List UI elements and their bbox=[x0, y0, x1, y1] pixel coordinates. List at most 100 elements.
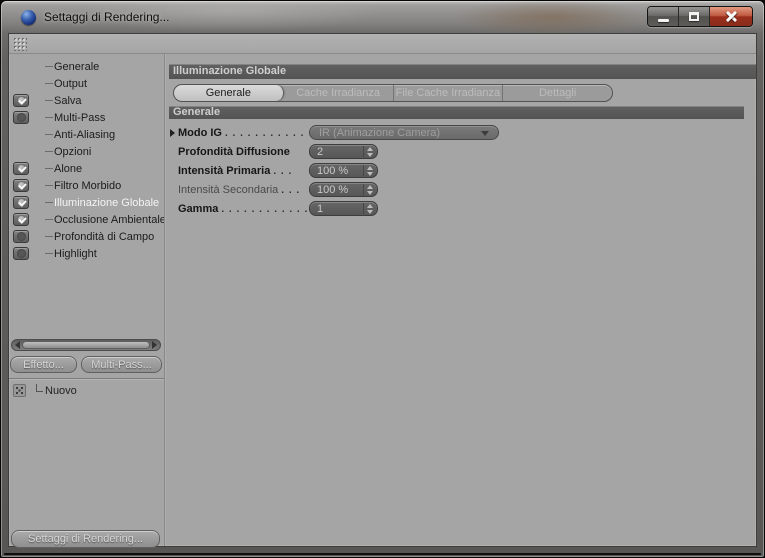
spinner-value: 100 % bbox=[317, 164, 349, 177]
close-icon bbox=[725, 10, 738, 23]
effect-button[interactable]: Effetto... bbox=[10, 356, 77, 373]
tab-generale[interactable]: Generale bbox=[174, 85, 284, 101]
multipass-button[interactable]: Multi-Pass... bbox=[81, 356, 162, 373]
checkbox[interactable] bbox=[13, 230, 29, 243]
up-down-arrows-icon[interactable] bbox=[363, 203, 376, 214]
sidebar-item-profondita-di-campo[interactable]: Profondità di Campo bbox=[9, 228, 164, 245]
sidebar-horizontal-scrollbar[interactable] bbox=[11, 339, 161, 351]
field-left: Gamma . . . . . . . . . . . . bbox=[178, 201, 308, 217]
up-down-arrows-icon[interactable] bbox=[363, 165, 376, 176]
profondita-diffusione-spinner[interactable]: 2 bbox=[309, 144, 378, 159]
tab-cache-irradianza[interactable]: Cache Irradianza bbox=[284, 85, 394, 101]
top-toolbar bbox=[9, 34, 756, 54]
spinner-value: 2 bbox=[317, 145, 324, 158]
tree-tick bbox=[45, 219, 53, 220]
tree-tick bbox=[45, 151, 53, 152]
tab-bar: Generale Cache Irradianza File Cache Irr… bbox=[173, 84, 613, 102]
maximize-button[interactable] bbox=[679, 7, 710, 26]
scrollbar-thumb[interactable] bbox=[22, 341, 150, 349]
dialog-content: Generale Output Salva Multi-Pass Anti-Al… bbox=[8, 33, 757, 548]
tree-tick bbox=[45, 134, 53, 135]
field-left: Modo IG . . . . . . . . . . . bbox=[178, 125, 308, 141]
sidebar-item-occlusione-ambientale[interactable]: Occlusione Ambientale bbox=[9, 211, 166, 228]
chevron-down-icon bbox=[481, 131, 489, 136]
triangle-right-icon[interactable] bbox=[170, 129, 175, 137]
checkbox-dot bbox=[16, 113, 26, 122]
checkbox[interactable] bbox=[13, 179, 29, 192]
sidebar-item-highlight[interactable]: Highlight bbox=[9, 245, 164, 262]
sidebar-item-label: Highlight bbox=[54, 247, 97, 260]
tree-tick bbox=[45, 236, 53, 237]
tree-tick bbox=[45, 202, 53, 203]
tree-tick bbox=[45, 66, 53, 67]
render-settings-window: Settaggi di Rendering... Generale Output… bbox=[0, 0, 765, 558]
checkbox[interactable] bbox=[13, 162, 29, 175]
dropdown-value: IR (Animazione Camera) bbox=[319, 126, 441, 139]
checkbox-dot bbox=[16, 181, 26, 190]
sidebar-item-filtro-morbido[interactable]: Filtro Morbido bbox=[9, 177, 164, 194]
field-label: Intensità Primaria bbox=[178, 165, 271, 177]
render-settings-button[interactable]: Settaggi di Rendering... bbox=[11, 530, 160, 548]
settings-sidebar: Generale Output Salva Multi-Pass Anti-Al… bbox=[9, 54, 166, 548]
checkbox-dot bbox=[16, 232, 26, 241]
arrow-left-icon[interactable] bbox=[15, 341, 20, 349]
tree-tick bbox=[45, 185, 53, 186]
sidebar-item-alone[interactable]: Alone bbox=[9, 160, 164, 177]
sidebar-item-label: Multi-Pass bbox=[54, 111, 106, 124]
checkbox[interactable] bbox=[13, 213, 29, 226]
preset-item-nuovo[interactable]: Nuovo bbox=[13, 382, 161, 399]
sidebar-item-label: Filtro Morbido bbox=[54, 179, 122, 192]
panel-title: Illuminazione Globale bbox=[169, 64, 756, 79]
sidebar-item-opzioni[interactable]: Opzioni bbox=[9, 143, 164, 160]
window-controls bbox=[647, 6, 753, 27]
checkbox[interactable] bbox=[13, 94, 29, 107]
field-row-intensita-secondaria: Intensità Secondaria . . . 100 % bbox=[166, 182, 756, 198]
sidebar-item-output[interactable]: Output bbox=[9, 75, 164, 92]
target-icon[interactable] bbox=[13, 384, 26, 397]
arrow-right-icon[interactable] bbox=[152, 341, 157, 349]
tree-tick bbox=[45, 117, 53, 118]
grip-dots-icon[interactable] bbox=[13, 37, 27, 51]
settings-category-list: Generale Output Salva Multi-Pass Anti-Al… bbox=[9, 54, 166, 262]
tree-branch bbox=[36, 383, 43, 392]
checkbox-dot bbox=[16, 96, 26, 105]
checkbox-dot bbox=[16, 215, 26, 224]
modo-ig-dropdown[interactable]: IR (Animazione Camera) bbox=[309, 125, 499, 140]
sidebar-item-label: Anti-Aliasing bbox=[54, 128, 116, 141]
maximize-icon bbox=[689, 12, 699, 21]
tab-dettagli[interactable]: Dettagli bbox=[503, 85, 612, 101]
sidebar-item-anti-aliasing[interactable]: Anti-Aliasing bbox=[9, 126, 164, 143]
close-button[interactable] bbox=[710, 7, 752, 26]
preset-label: Nuovo bbox=[45, 384, 77, 397]
field-label: Gamma bbox=[178, 203, 219, 215]
spinner-value: 1 bbox=[317, 202, 324, 215]
sidebar-item-generale[interactable]: Generale bbox=[9, 58, 164, 75]
up-down-arrows-icon[interactable] bbox=[363, 184, 376, 195]
up-down-arrows-icon[interactable] bbox=[363, 146, 376, 157]
field-left: Intensità Secondaria . . . bbox=[178, 182, 308, 198]
checkbox[interactable] bbox=[13, 196, 29, 209]
intensita-primaria-spinner[interactable]: 100 % bbox=[309, 163, 378, 178]
tree-tick bbox=[45, 168, 53, 169]
sidebar-item-multi-pass[interactable]: Multi-Pass bbox=[9, 109, 164, 126]
minimize-button[interactable] bbox=[648, 7, 679, 26]
sidebar-item-illuminazione-globale[interactable]: Illuminazione Globale bbox=[9, 194, 164, 211]
spinner-value: 100 % bbox=[317, 183, 349, 196]
sidebar-item-label: Alone bbox=[54, 162, 83, 175]
dotted-leader: . . . bbox=[281, 184, 301, 196]
tab-label: Cache Irradianza bbox=[296, 87, 381, 99]
checkbox[interactable] bbox=[13, 111, 29, 124]
tab-file-cache-irradianza[interactable]: File Cache Irradianza bbox=[394, 85, 504, 101]
checkbox-dot bbox=[16, 249, 26, 258]
field-left: Profondità Diffusione bbox=[178, 144, 308, 160]
sidebar-item-label: Illuminazione Globale bbox=[54, 196, 160, 209]
dotted-leader: . . . . . . . . . . . bbox=[225, 127, 305, 139]
checkbox-dot bbox=[16, 164, 26, 173]
field-row-gamma: Gamma . . . . . . . . . . . . 1 bbox=[166, 201, 756, 217]
window-titlebar[interactable]: Settaggi di Rendering... bbox=[1, 1, 764, 33]
sidebar-item-label: Salva bbox=[54, 94, 82, 107]
sidebar-item-salva[interactable]: Salva bbox=[9, 92, 164, 109]
checkbox[interactable] bbox=[13, 247, 29, 260]
intensita-secondaria-spinner[interactable]: 100 % bbox=[309, 182, 378, 197]
gamma-spinner[interactable]: 1 bbox=[309, 201, 378, 216]
